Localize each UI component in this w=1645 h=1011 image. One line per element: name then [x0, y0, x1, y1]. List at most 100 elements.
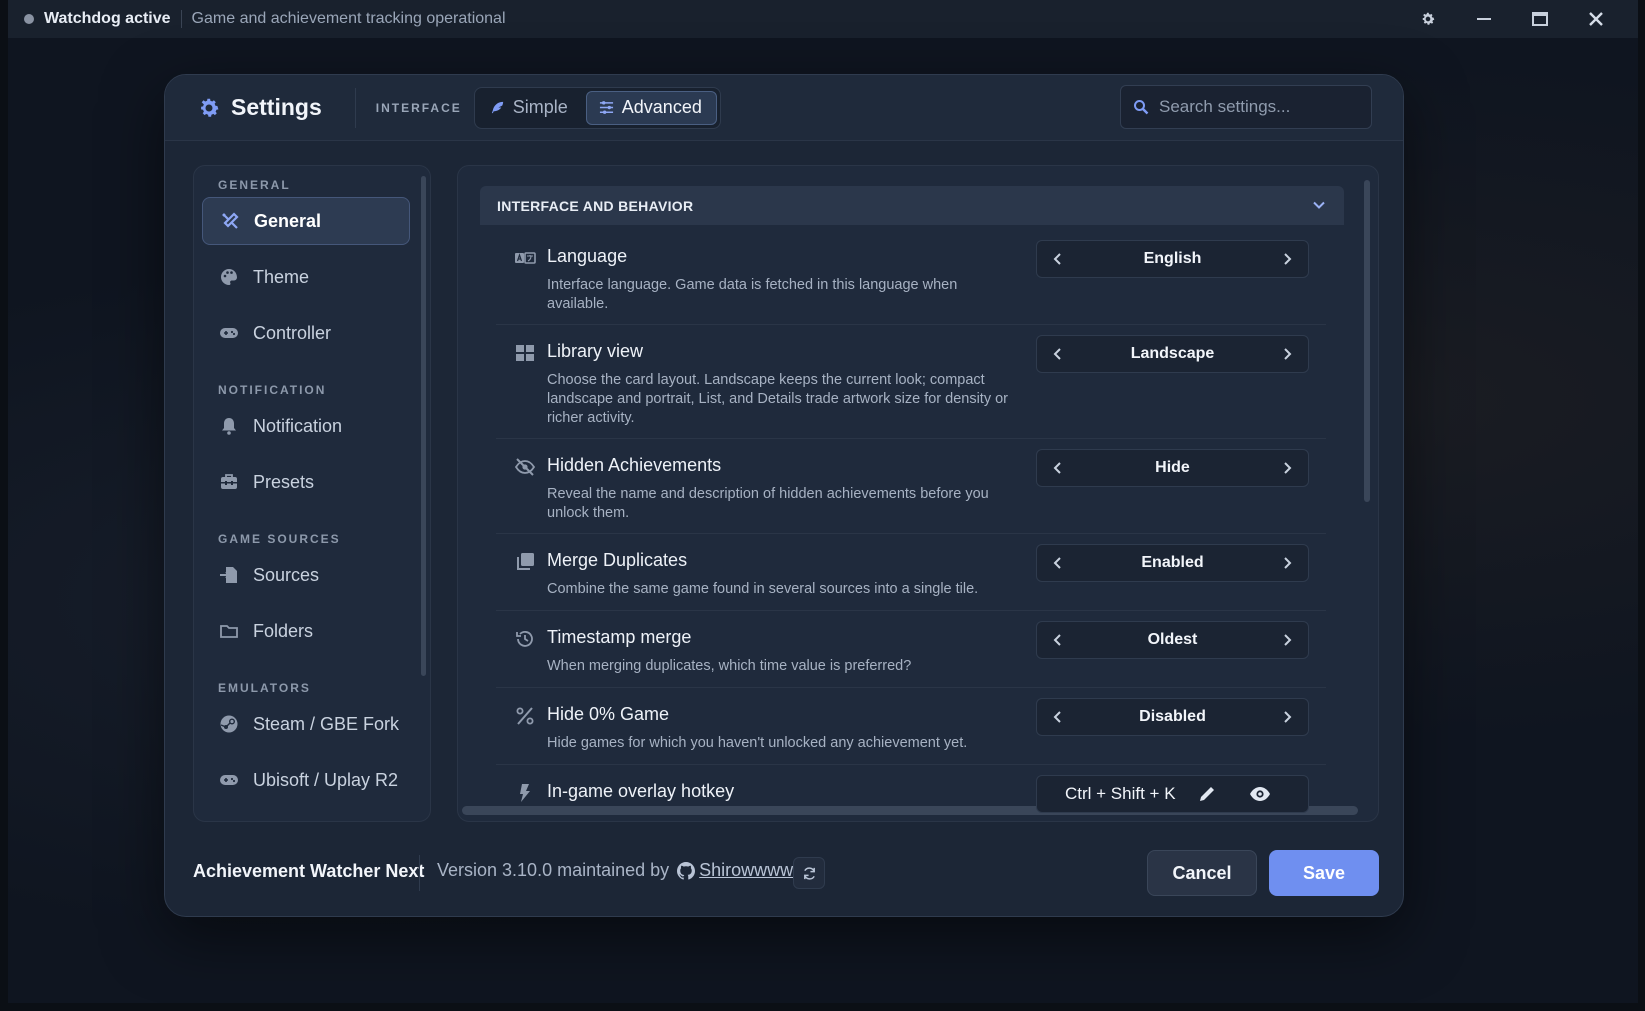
setting-description: Choose the card layout. Landscape keeps … [547, 372, 1009, 426]
version-info: Version 3.10.0 maintained by Shirowwww [437, 860, 793, 881]
setting-description: Hide games for which you haven't unlocke… [547, 735, 968, 751]
sidebar-item-label: Notification [253, 415, 343, 436]
chevron-left-icon[interactable] [1051, 556, 1065, 570]
setting-title: Language [547, 246, 628, 266]
search-box [1120, 85, 1372, 129]
content-vertical-scrollbar[interactable] [1364, 180, 1370, 502]
chevron-right-icon[interactable] [1280, 252, 1294, 266]
gamepad-icon [220, 328, 238, 338]
watchdog-status: Watchdog active [44, 10, 171, 27]
chevron-left-icon[interactable] [1051, 461, 1065, 475]
save-button[interactable]: Save [1269, 850, 1379, 896]
app-window: Watchdog active Game and achievement tra… [8, 0, 1638, 1003]
chevron-right-icon[interactable] [1280, 633, 1294, 647]
section-header-interface-behavior[interactable]: INTERFACE AND BEHAVIOR [480, 186, 1344, 225]
merge-duplicates-stepper: Enabled [1036, 544, 1309, 582]
sidebar-item-label: Folders [253, 620, 314, 641]
chevron-down-icon [1313, 201, 1325, 209]
grid-icon [516, 345, 534, 361]
chevron-right-icon[interactable] [1280, 347, 1294, 361]
eye-slash-icon [514, 458, 536, 476]
language-icon [515, 252, 536, 264]
setting-description: When merging duplicates, which time valu… [547, 658, 912, 674]
sidebar-item-theme[interactable]: Theme [202, 253, 410, 301]
palette-icon [221, 269, 237, 285]
sidebar-item-label: Theme [253, 266, 310, 287]
toolbox-icon [221, 474, 237, 489]
timestamp-merge-stepper: Oldest [1036, 621, 1309, 659]
search-input[interactable] [1159, 97, 1359, 117]
dialog-title: Settings [231, 94, 322, 120]
stepper-value: Enabled [1141, 554, 1204, 571]
hotkey-field[interactable]: Ctrl + Shift + K [1036, 775, 1309, 813]
simple-mode-button[interactable]: Simple [478, 91, 582, 125]
maximize-button[interactable] [1512, 0, 1568, 38]
percent-icon [516, 707, 534, 725]
tools-icon [222, 212, 239, 229]
sidebar-item-sources[interactable]: Sources [202, 551, 410, 599]
chevron-left-icon[interactable] [1051, 252, 1065, 266]
settings-button[interactable] [1400, 0, 1456, 38]
settings-dialog: Settings INTERFACE Simple Advanced Searc… [164, 74, 1404, 917]
author-link[interactable]: Shirowwww [699, 860, 793, 881]
sidebar-item-label: Sources [253, 564, 320, 585]
close-button[interactable] [1568, 0, 1624, 38]
eye-icon[interactable] [1249, 785, 1271, 803]
search-icon [1134, 100, 1149, 115]
setting-timestamp-merge: Timestamp merge When merging duplicates,… [496, 619, 1326, 688]
sidebar-item-label: General [254, 210, 322, 231]
sidebar-item-folders[interactable]: Folders [202, 607, 410, 655]
section-game-sources-heading: GAME SOURCES [218, 532, 341, 546]
setting-language: Language Interface language. Game data i… [496, 238, 1326, 325]
sliders-icon [599, 101, 613, 114]
setting-hide-zero-percent: Hide 0% Game Hide games for which you ha… [496, 696, 1326, 765]
setting-library-view: Library view Choose the card layout. Lan… [496, 333, 1326, 439]
titlebar-divider [180, 10, 182, 28]
stepper-value: Disabled [1139, 708, 1206, 725]
advanced-mode-label: Advanced [621, 97, 702, 117]
sidebar-scrollbar[interactable] [421, 176, 426, 676]
sidebar-item-label: Controller [253, 322, 332, 343]
sidebar-item-presets[interactable]: Presets [202, 458, 410, 506]
chevron-left-icon[interactable] [1051, 633, 1065, 647]
maximize-icon [1532, 12, 1548, 26]
footer-divider [419, 855, 420, 891]
folder-icon [220, 625, 238, 638]
simple-mode-label: Simple [512, 97, 568, 117]
dialog-title-group: Settings [197, 94, 322, 121]
hide-zero-percent-stepper: Disabled [1036, 698, 1309, 736]
sidebar-item-ubisoft[interactable]: Ubisoft / Uplay R2 [202, 756, 410, 804]
steam-icon [220, 715, 238, 733]
bell-icon [222, 418, 236, 435]
cancel-button[interactable]: Cancel [1147, 850, 1257, 896]
section-notification-heading: NOTIFICATION [218, 383, 327, 397]
sidebar-item-controller[interactable]: Controller [202, 309, 410, 357]
sidebar-item-general[interactable]: General [202, 197, 410, 245]
pencil-icon[interactable] [1197, 784, 1217, 804]
sidebar-item-notification[interactable]: Notification [202, 402, 410, 450]
stepper-value: Hide [1155, 459, 1190, 476]
titlebar: Watchdog active Game and achievement tra… [8, 0, 1638, 38]
chevron-left-icon[interactable] [1051, 347, 1065, 361]
setting-title: In-game overlay hotkey [547, 781, 735, 801]
setting-title: Library view [547, 341, 644, 361]
stepper-value: English [1143, 250, 1202, 267]
sidebar-item-steam[interactable]: Steam / GBE Fork [202, 700, 410, 748]
settings-sidebar: GENERAL General Theme Controller NOTIFIC… [193, 165, 431, 822]
refresh-icon [803, 866, 815, 880]
stepper-value: Oldest [1147, 631, 1198, 648]
chevron-left-icon[interactable] [1051, 710, 1065, 724]
minimize-button[interactable] [1456, 0, 1512, 38]
clone-icon [517, 553, 534, 570]
advanced-mode-button[interactable]: Advanced [585, 90, 717, 125]
chevron-right-icon[interactable] [1280, 710, 1294, 724]
chevron-right-icon[interactable] [1280, 461, 1294, 475]
dialog-header: Settings INTERFACE Simple Advanced [165, 75, 1403, 141]
check-update-button[interactable] [793, 857, 825, 889]
setting-description: Reveal the name and description of hidde… [547, 486, 989, 521]
chevron-right-icon[interactable] [1280, 556, 1294, 570]
interface-mode-toggle: Simple Advanced [473, 86, 721, 129]
sidebar-item-label: Ubisoft / Uplay R2 [253, 769, 399, 790]
status-dot [24, 14, 34, 24]
setting-description: Interface language. Game data is fetched… [547, 277, 958, 312]
